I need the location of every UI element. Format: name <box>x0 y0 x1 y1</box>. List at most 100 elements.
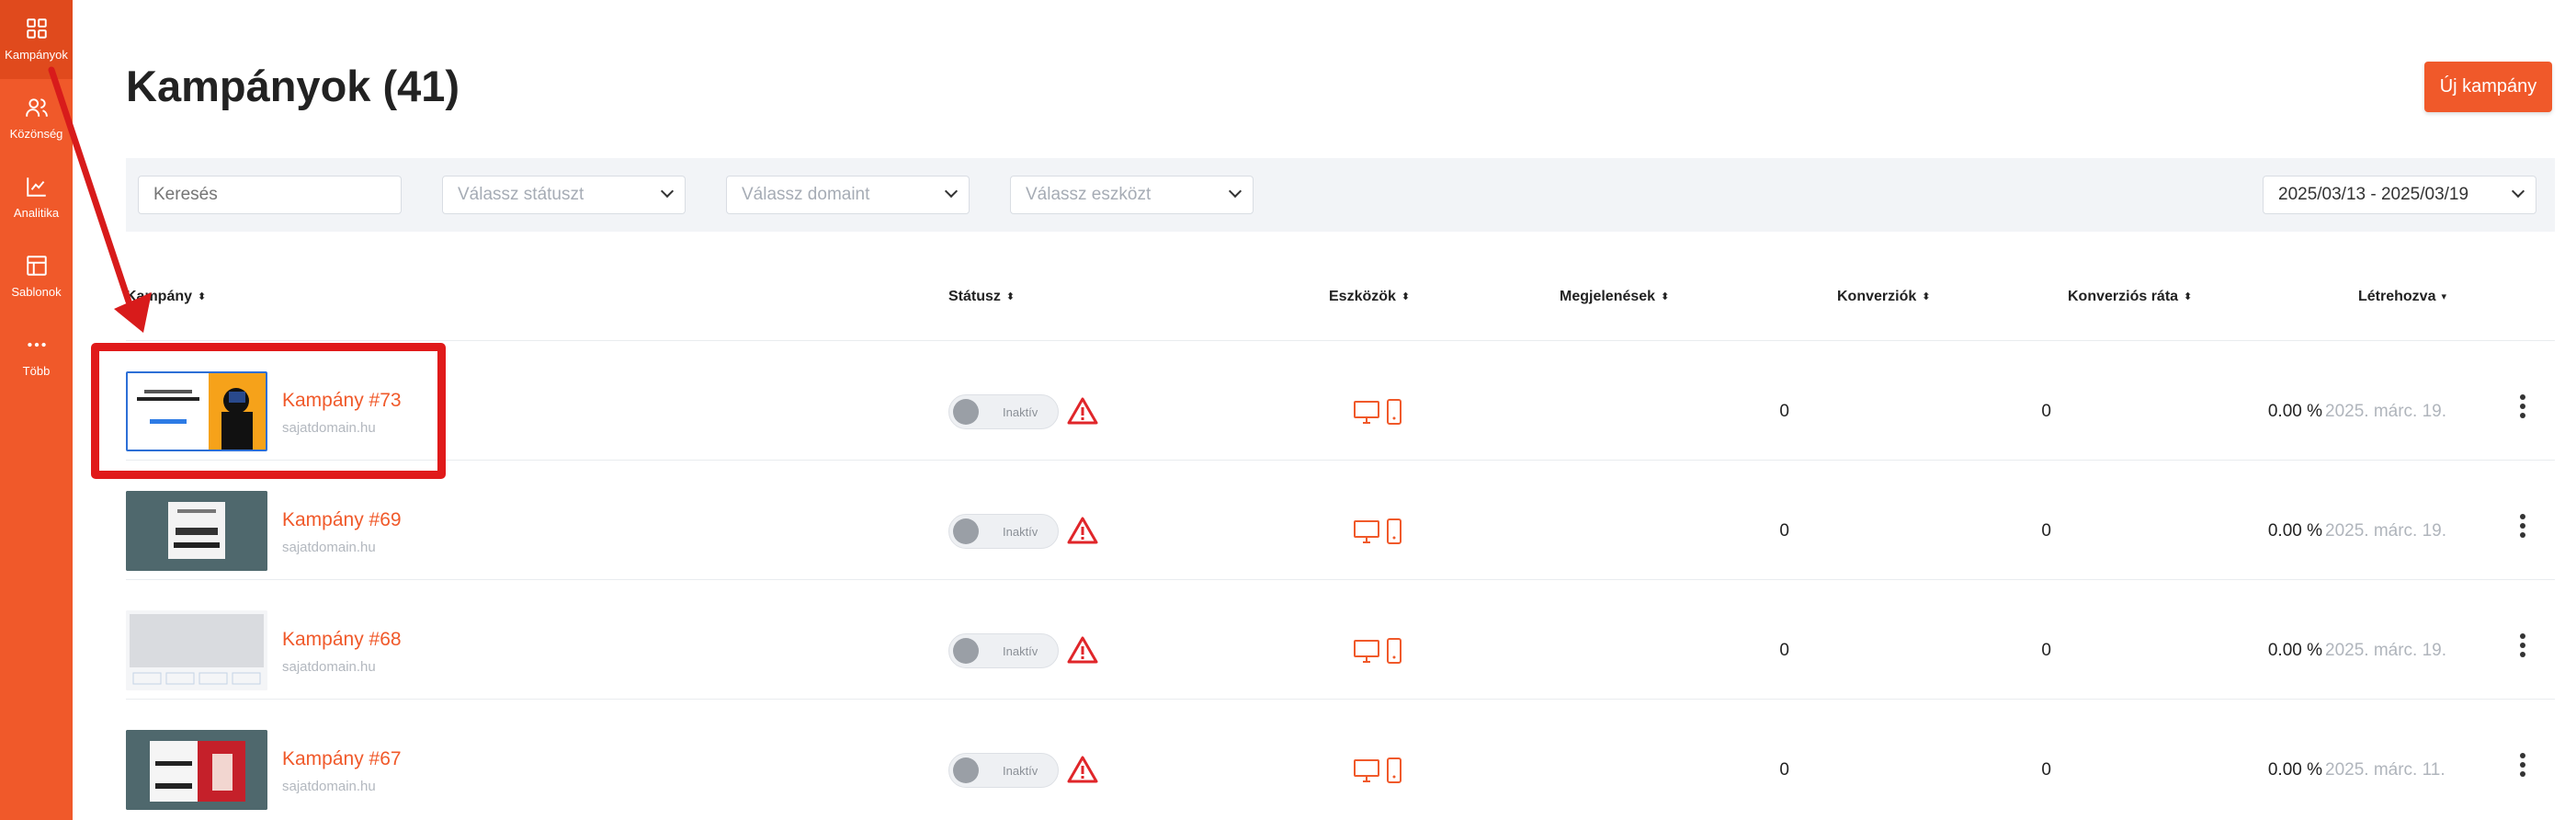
impressions-value: 0 <box>1779 521 1789 541</box>
row-menu-button[interactable] <box>2515 514 2530 545</box>
table-row[interactable]: Kampány #67 sajatdomain.hu Inaktív 0 0 0… <box>126 700 2555 819</box>
chevron-down-icon <box>944 184 959 199</box>
sidebar-item-label: Analitika <box>13 206 60 220</box>
sort-icon: ⬍ <box>198 290 207 302</box>
column-header-devices[interactable]: Eszközök ⬍ <box>1329 289 1410 305</box>
status-toggle[interactable]: Inaktív <box>948 753 1059 788</box>
status-label: Inaktív <box>1003 525 1038 539</box>
campaign-name-link[interactable]: Kampány #68 <box>282 629 402 651</box>
impressions-value: 0 <box>1779 641 1789 660</box>
column-label: Megjelenések <box>1560 289 1656 304</box>
column-label: Kampány <box>126 289 193 304</box>
desktop-icon <box>1354 640 1379 663</box>
column-header-created[interactable]: Létrehozva ▾ <box>2358 289 2446 305</box>
sidebar-item-more[interactable]: Több <box>0 316 73 395</box>
campaign-domain: sajatdomain.hu <box>282 420 376 436</box>
table-row[interactable]: Kampány #68 sajatdomain.hu Inaktív 0 0 0… <box>126 580 2555 700</box>
row-menu-button[interactable] <box>2515 394 2530 426</box>
domain-select-value: Válassz domaint <box>742 185 870 204</box>
campaign-thumbnail[interactable] <box>126 491 267 571</box>
conversions-value: 0 <box>2041 521 2051 541</box>
created-date: 2025. márc. 19. <box>2325 521 2447 541</box>
toggle-knob <box>953 399 979 425</box>
status-select[interactable]: Válassz státuszt <box>442 176 686 214</box>
sidebar-item-audience[interactable]: Közönség <box>0 79 73 158</box>
column-header-status[interactable]: Státusz ⬍ <box>948 289 1015 305</box>
sidebar-item-label: Sablonok <box>11 285 62 299</box>
layout-icon <box>26 256 47 276</box>
toggle-knob <box>953 757 979 783</box>
row-menu-button[interactable] <box>2515 633 2530 665</box>
sort-icon: ⬍ <box>1922 290 1931 302</box>
status-label: Inaktív <box>1003 764 1038 778</box>
sidebar-item-label: Közönség <box>9 127 63 141</box>
status-label: Inaktív <box>1003 405 1038 419</box>
campaign-name-link[interactable]: Kampány #67 <box>282 748 402 770</box>
search-input[interactable] <box>138 176 402 214</box>
created-date: 2025. márc. 11. <box>2325 760 2445 780</box>
users-icon <box>25 98 48 117</box>
column-header-conversion-rate[interactable]: Konverziós ráta ⬍ <box>2068 289 2192 305</box>
sort-icon: ⬍ <box>1661 290 1670 302</box>
column-label: Státusz <box>948 289 1001 304</box>
chevron-down-icon <box>2511 184 2525 199</box>
row-menu-button[interactable] <box>2515 753 2530 784</box>
campaign-thumbnail[interactable] <box>126 730 267 810</box>
status-toggle[interactable]: Inaktív <box>948 514 1059 549</box>
chevron-down-icon <box>660 184 675 199</box>
filter-bar: Válassz státuszt Válassz domaint Válassz… <box>126 158 2555 232</box>
toggle-knob <box>953 518 979 544</box>
campaign-domain: sajatdomain.hu <box>282 779 376 794</box>
campaign-name-link[interactable]: Kampány #73 <box>282 390 402 412</box>
sidebar-item-templates[interactable]: Sablonok <box>0 237 73 316</box>
column-header-campaign[interactable]: Kampány ⬍ <box>126 289 206 305</box>
desktop-icon <box>1354 520 1379 543</box>
sort-desc-icon: ▾ <box>2441 290 2446 302</box>
campaign-name-link[interactable]: Kampány #69 <box>282 509 402 531</box>
conversion-rate-value: 0.00 % <box>2267 760 2322 780</box>
conversion-rate-value: 0.00 % <box>2267 641 2322 660</box>
sidebar-item-label: Kampányok <box>5 48 68 62</box>
sidebar-item-analytics[interactable]: Analitika <box>0 158 73 237</box>
chevron-down-icon <box>1228 184 1243 199</box>
warning-icon[interactable] <box>1067 516 1098 545</box>
page-title: Kampányok (41) <box>126 62 460 110</box>
campaign-thumbnail[interactable] <box>126 610 267 690</box>
campaign-thumbnail[interactable] <box>126 371 267 451</box>
created-date: 2025. márc. 19. <box>2325 641 2447 660</box>
campaign-domain: sajatdomain.hu <box>282 659 376 675</box>
sidebar-item-campaigns[interactable]: Kampányok <box>0 0 73 79</box>
desktop-icon <box>1354 401 1379 424</box>
warning-icon[interactable] <box>1067 635 1098 665</box>
mobile-icon <box>1387 399 1401 425</box>
date-range-picker[interactable]: 2025/03/13 - 2025/03/19 <box>2263 176 2536 214</box>
date-range-value: 2025/03/13 - 2025/03/19 <box>2278 185 2469 204</box>
column-label: Létrehozva <box>2358 289 2436 304</box>
conversions-value: 0 <box>2041 641 2051 660</box>
toggle-knob <box>953 638 979 664</box>
device-select-value: Válassz eszközt <box>1026 185 1152 204</box>
column-header-impressions[interactable]: Megjelenések ⬍ <box>1560 289 1669 305</box>
column-header-conversions[interactable]: Konverziók ⬍ <box>1837 289 1930 305</box>
conversion-rate-value: 0.00 % <box>2267 521 2322 541</box>
new-campaign-button[interactable]: Új kampány <box>2424 62 2552 112</box>
table-row[interactable]: Kampány #69 sajatdomain.hu Inaktív 0 0 0… <box>126 461 2555 580</box>
conversions-value: 0 <box>2041 402 2051 421</box>
status-label: Inaktív <box>1003 644 1038 658</box>
desktop-icon <box>1354 759 1379 782</box>
impressions-value: 0 <box>1779 760 1789 780</box>
device-select[interactable]: Válassz eszközt <box>1010 176 1254 214</box>
sort-icon: ⬍ <box>1005 290 1016 302</box>
status-toggle[interactable]: Inaktív <box>948 633 1059 668</box>
column-label: Konverziók <box>1837 289 1917 304</box>
mobile-icon <box>1387 518 1401 544</box>
status-toggle[interactable]: Inaktív <box>948 394 1059 429</box>
domain-select[interactable]: Válassz domaint <box>726 176 970 214</box>
warning-icon[interactable] <box>1067 396 1098 426</box>
warning-icon[interactable] <box>1067 755 1098 784</box>
table-row[interactable]: Kampány #73 sajatdomain.hu Inaktív 0 0 0… <box>126 341 2555 461</box>
conversions-value: 0 <box>2041 760 2051 780</box>
sort-icon: ⬍ <box>2184 290 2193 302</box>
mobile-icon <box>1387 638 1401 664</box>
conversion-rate-value: 0.00 % <box>2267 402 2322 421</box>
